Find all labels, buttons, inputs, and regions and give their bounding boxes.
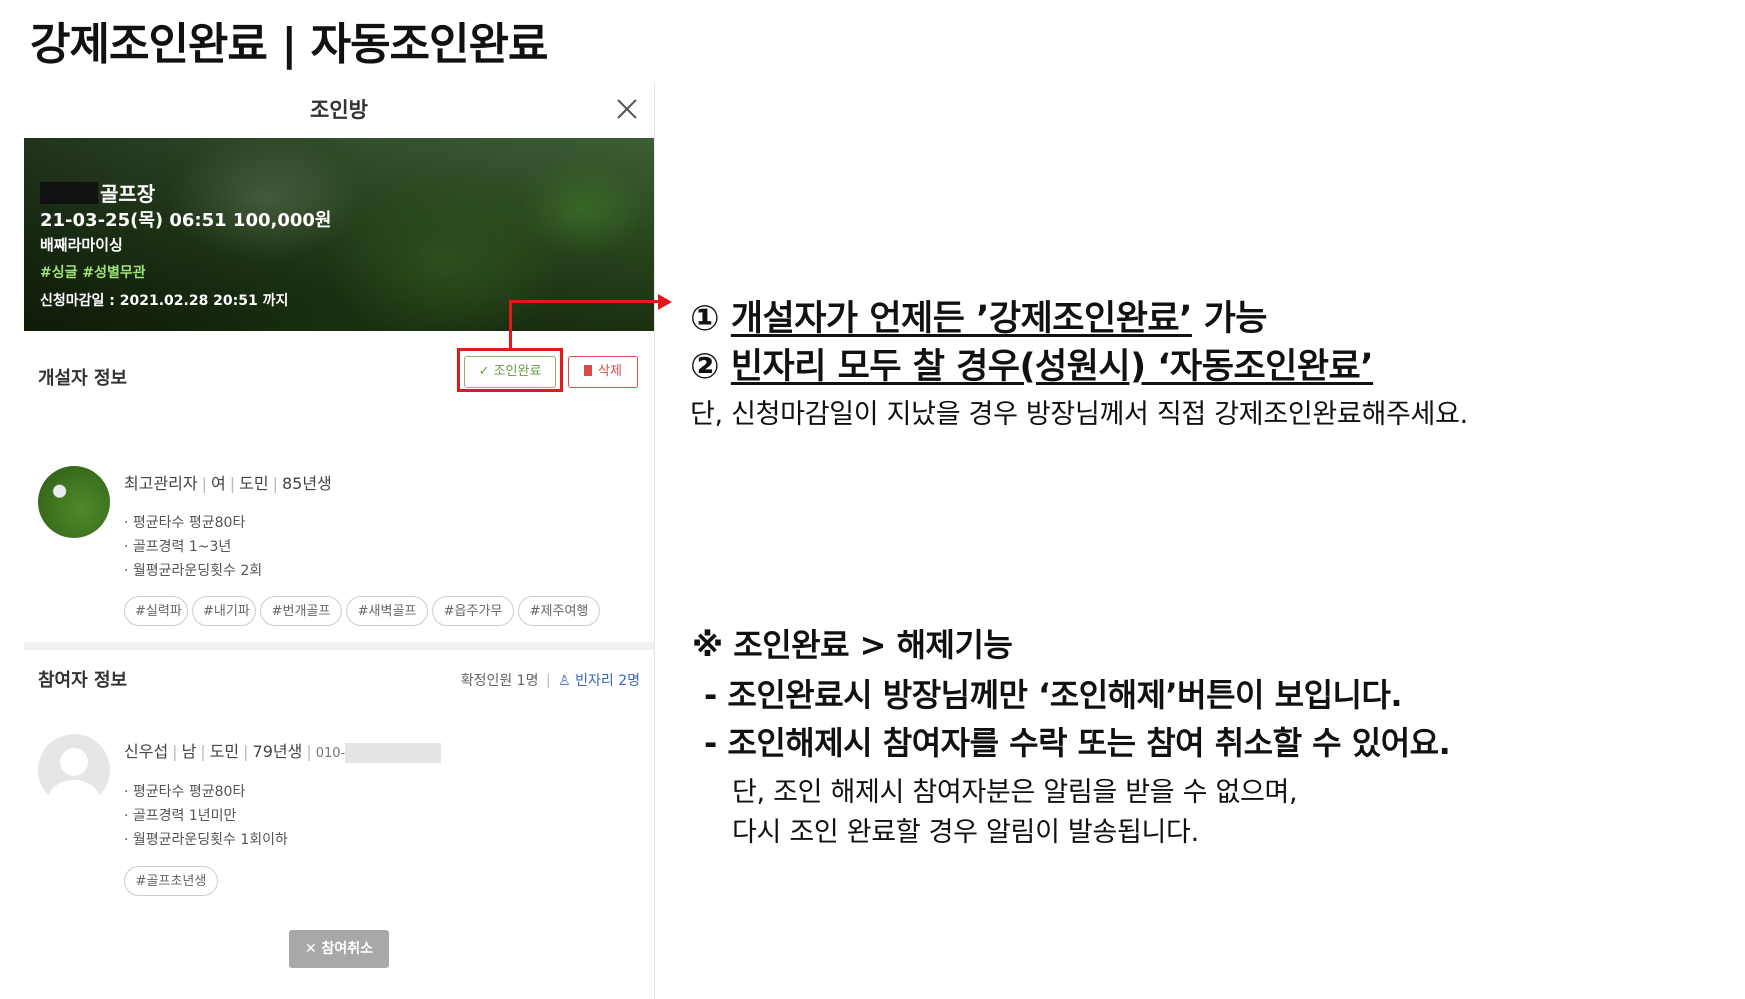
guest-gender: 남 [181,742,197,761]
tag-chip[interactable]: #읍주가무 [432,596,514,626]
guest-stat: · 골프경력 1년미만 [124,808,237,824]
guest-phone: 010- [315,746,346,761]
annotation-line3: 단, 신청마감일이 지났을 경우 방장님께서 직접 강제조인완료해주세요. [690,399,1468,430]
guest-name-line: 신우섭 | 남 | 도민 | 79년생 | 010- [124,738,442,763]
hero-subtitle: 배째라마이싱 [40,236,123,254]
host-stat: · 월평균라운딩횟수 2회 [124,563,263,579]
tag-chip[interactable]: #실력파 [124,596,188,626]
host-stat: · 골프경력 1~3년 [124,539,232,555]
delete-button-label: 삭제 [598,364,622,379]
annotation-line1: ① 개설자가 언제든 ’강제조인완료’ 가능 [690,290,1268,341]
redacted-phone [345,742,442,763]
tag-chip[interactable]: #제주여행 [518,596,600,626]
guest-region: 도민 [209,742,240,761]
page-title: 강제조인완료 | 자동조인완료 [30,19,548,70]
modal-header: 조인방 [24,82,654,138]
trash-icon [584,365,593,376]
join-room-modal: 조인방 골프장 21-03-25(목) 06:51 100,000원 배째라마이… [24,82,655,999]
host-section-title: 개설자 정보 [38,368,128,389]
avatar [38,734,110,806]
cancel-participation-button[interactable]: ✕ 참여취소 [289,930,389,968]
tag-chip[interactable]: #번개골프 [260,596,342,626]
note-title: ※ 조인완료 > 해제기능 [692,626,1013,664]
hero-tags: #싱글 #성별무관 [40,265,146,281]
annotation-line1-underlined: 개설자가 언제든 ’강제조인완료’ [730,299,1193,339]
modal-title: 조인방 [310,98,368,122]
close-icon[interactable] [614,96,640,122]
num-1: ① [690,299,720,339]
note-line: 단, 조인 해제시 참여자분은 알림을 받을 수 없으며, [732,777,1298,808]
hero-datetime-price: 21-03-25(목) 06:51 100,000원 [40,210,332,231]
annotation-line2-underlined: 빈자리 모두 찰 경우(성원시) ‘자동조인완료’ [730,347,1374,387]
host-stat: · 평균타수 평균80타 [124,515,246,531]
arrow-line [509,300,512,348]
tag-chip[interactable]: #새벽골프 [346,596,428,626]
annotation-line1-tail: 가능 [1191,299,1268,339]
user-placeholder-icon [48,748,100,806]
host-gender: 여 [211,474,226,493]
note-line: - 조인완료시 방장님께만 ‘조인해제’버튼이 보입니다. [704,676,1403,714]
note-line: - 조인해제시 참여자를 수락 또는 참여 취소할 수 있어요. [704,724,1451,762]
host-region: 도민 [239,474,269,493]
num-2: ② [690,347,720,387]
note-line: 다시 조인 완료할 경우 알림이 발송됩니다. [732,817,1199,848]
section-divider [24,642,654,650]
hero-deadline: 신청마감일 : 2021.02.28 20:51 까지 [40,293,289,309]
vacancy-count: 빈자리 2명 [575,673,640,689]
tag-chip[interactable]: #내기파 [192,596,256,626]
guest-stat: · 월평균라운딩횟수 1회이하 [124,832,288,848]
host-name: 최고관리자 [124,474,198,493]
guest-name: 신우섭 [124,742,169,761]
guest-section-title: 참여자 정보 [38,670,128,691]
host-birth: 85년생 [281,474,332,493]
arrow-line [509,300,661,303]
join-count: 확정인원 1명 | ♙ 빈자리 2명 [460,673,640,689]
redacted-course-name [40,182,98,204]
arrow-head-icon [658,294,672,310]
highlight-box [457,348,563,392]
guest-birth: 79년생 [252,742,303,761]
delete-button[interactable]: 삭제 [568,356,638,388]
hero-course: 골프장 [100,182,156,206]
confirmed-count: 확정인원 1명 [460,673,539,689]
annotation-line2: ② 빈자리 모두 찰 경우(성원시) ‘자동조인완료’ [690,338,1374,389]
tag-chip[interactable]: #골프초년생 [124,866,218,896]
guest-stat: · 평균타수 평균80타 [124,784,246,800]
host-name-line: 최고관리자 | 여 | 도민 | 85년생 [124,474,332,493]
person-icon: ♙ [558,673,571,689]
avatar [38,466,110,538]
